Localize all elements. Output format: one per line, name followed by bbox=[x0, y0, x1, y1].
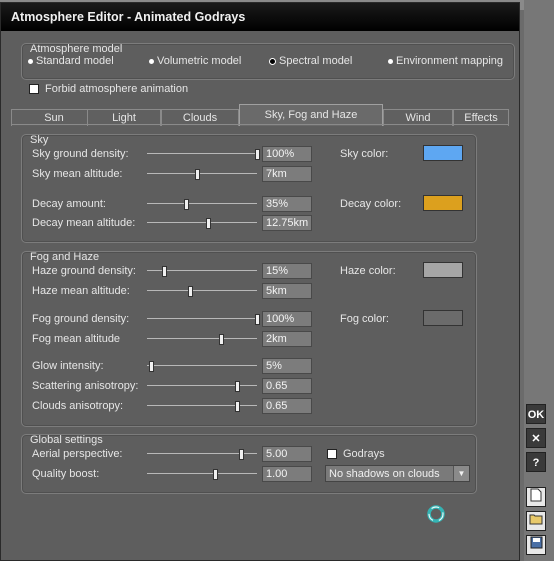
decay-mean-altitude-label: Decay mean altitude: bbox=[32, 217, 136, 229]
haze-color-swatch[interactable] bbox=[423, 262, 463, 278]
fog-color-swatch[interactable] bbox=[423, 310, 463, 326]
clouds-anisotropy-label: Clouds anisotropy: bbox=[32, 400, 124, 412]
tab-divider bbox=[11, 124, 508, 125]
open-folder-icon[interactable] bbox=[526, 511, 546, 531]
radio-label: Volumetric model bbox=[157, 55, 242, 67]
fog-color-label: Fog color: bbox=[340, 313, 389, 325]
fog-ground-density-label: Fog ground density: bbox=[32, 313, 130, 325]
refresh-icon[interactable] bbox=[425, 503, 447, 525]
shadows-select[interactable]: No shadows on clouds ▼ bbox=[325, 465, 470, 482]
haze-ground-density-slider[interactable] bbox=[147, 266, 257, 277]
scattering-anisotropy-slider[interactable] bbox=[147, 381, 257, 392]
checkbox-box-icon bbox=[327, 449, 337, 459]
haze-mean-altitude-slider[interactable] bbox=[147, 286, 257, 297]
slider-thumb[interactable] bbox=[255, 314, 260, 325]
sky-mean-altitude-value[interactable]: 7km bbox=[262, 166, 312, 182]
haze-mean-altitude-value[interactable]: 5km bbox=[262, 283, 312, 299]
global-settings-title: Global settings bbox=[30, 434, 103, 446]
radio-standard-model[interactable]: Standard model bbox=[28, 55, 114, 67]
radio-label: Spectral model bbox=[279, 55, 353, 67]
fog-mean-altitude-value[interactable]: 2km bbox=[262, 331, 312, 347]
ok-button[interactable]: OK bbox=[526, 404, 546, 424]
sky-color-label: Sky color: bbox=[340, 148, 389, 160]
save-disk-icon[interactable] bbox=[526, 535, 546, 555]
radio-volumetric-model[interactable]: Volumetric model bbox=[149, 55, 241, 67]
global-settings-group: Global settings bbox=[21, 434, 477, 494]
clouds-anisotropy-value[interactable]: 0.65 bbox=[262, 398, 312, 414]
sky-mean-altitude-slider[interactable] bbox=[147, 169, 257, 180]
fog-haze-title: Fog and Haze bbox=[30, 251, 100, 263]
slider-thumb[interactable] bbox=[183, 199, 189, 210]
decay-color-label: Decay color: bbox=[340, 198, 402, 210]
checkbox-label: Godrays bbox=[343, 448, 385, 460]
decay-amount-slider[interactable] bbox=[147, 199, 257, 210]
haze-ground-density-value[interactable]: 15% bbox=[262, 263, 312, 279]
radio-dot-icon bbox=[388, 58, 393, 64]
quality-boost-label: Quality boost: bbox=[32, 468, 100, 480]
slider-thumb[interactable] bbox=[255, 149, 260, 160]
slider-thumb[interactable] bbox=[235, 381, 241, 392]
sky-mean-altitude-label: Sky mean altitude: bbox=[32, 168, 123, 180]
slider-thumb[interactable] bbox=[149, 361, 155, 372]
radio-spectral-model[interactable]: Spectral model bbox=[269, 55, 352, 67]
fog-ground-density-value[interactable]: 100% bbox=[262, 311, 312, 327]
radio-dot-icon bbox=[149, 58, 154, 64]
checkbox-label: Forbid atmosphere animation bbox=[45, 83, 189, 95]
scattering-anisotropy-label: Scattering anisotropy: bbox=[32, 380, 139, 392]
glow-intensity-slider[interactable] bbox=[147, 361, 257, 372]
aerial-perspective-label: Aerial perspective: bbox=[32, 448, 123, 460]
clouds-anisotropy-slider[interactable] bbox=[147, 401, 257, 412]
close-button[interactable]: ✕ bbox=[526, 428, 546, 448]
forbid-animation-checkbox[interactable]: Forbid atmosphere animation bbox=[29, 83, 188, 95]
fog-ground-density-slider[interactable] bbox=[147, 314, 260, 325]
chevron-down-icon[interactable]: ▼ bbox=[453, 466, 469, 481]
background-desktop-right bbox=[524, 0, 554, 561]
decay-amount-value[interactable]: 35% bbox=[262, 196, 312, 212]
aerial-perspective-value[interactable]: 5.00 bbox=[262, 446, 312, 462]
scattering-anisotropy-value[interactable]: 0.65 bbox=[262, 378, 312, 394]
radio-environment-mapping[interactable]: Environment mapping bbox=[388, 55, 503, 67]
fog-mean-altitude-slider[interactable] bbox=[147, 334, 257, 345]
decay-mean-altitude-value[interactable]: 12.75km bbox=[262, 215, 312, 231]
slider-thumb[interactable] bbox=[218, 334, 224, 345]
glow-intensity-label: Glow intensity: bbox=[32, 360, 104, 372]
slider-thumb[interactable] bbox=[235, 401, 241, 412]
window-title[interactable]: Atmosphere Editor - Animated Godrays bbox=[1, 3, 519, 31]
quality-boost-value[interactable]: 1.00 bbox=[262, 466, 312, 482]
radio-label: Environment mapping bbox=[396, 55, 504, 67]
quality-boost-slider[interactable] bbox=[147, 469, 257, 480]
tab-sky-fog-haze[interactable]: Sky, Fog and Haze bbox=[239, 104, 383, 126]
haze-mean-altitude-label: Haze mean altitude: bbox=[32, 285, 130, 297]
shadows-select-value: No shadows on clouds bbox=[329, 468, 440, 480]
decay-amount-label: Decay amount: bbox=[32, 198, 106, 210]
atmosphere-editor-window: Atmosphere Editor - Animated Godrays Atm… bbox=[0, 2, 520, 561]
sky-ground-density-slider[interactable] bbox=[147, 149, 260, 160]
sky-title: Sky bbox=[30, 134, 49, 146]
sky-color-swatch[interactable] bbox=[423, 145, 463, 161]
slider-thumb[interactable] bbox=[194, 169, 200, 180]
sky-ground-density-label: Sky ground density: bbox=[32, 148, 129, 160]
radio-dot-icon bbox=[269, 57, 276, 65]
slider-thumb[interactable] bbox=[161, 266, 167, 277]
new-document-icon[interactable] bbox=[526, 487, 546, 507]
aerial-perspective-slider[interactable] bbox=[147, 449, 257, 460]
glow-intensity-value[interactable]: 5% bbox=[262, 358, 312, 374]
slider-thumb[interactable] bbox=[187, 286, 193, 297]
sky-ground-density-value[interactable]: 100% bbox=[262, 146, 312, 162]
godrays-checkbox[interactable]: Godrays bbox=[327, 448, 385, 460]
atmosphere-model-group: Atmosphere model Standard model Volumetr… bbox=[21, 43, 515, 80]
decay-color-swatch[interactable] bbox=[423, 195, 463, 211]
slider-thumb[interactable] bbox=[205, 218, 211, 229]
slider-thumb[interactable] bbox=[238, 449, 244, 460]
radio-dot-icon bbox=[28, 58, 33, 64]
slider-thumb[interactable] bbox=[213, 469, 219, 480]
checkbox-box-icon bbox=[29, 84, 39, 94]
atmosphere-model-title: Atmosphere model bbox=[30, 43, 123, 55]
haze-ground-density-label: Haze ground density: bbox=[32, 265, 136, 277]
radio-label: Standard model bbox=[36, 55, 114, 67]
haze-color-label: Haze color: bbox=[340, 265, 396, 277]
fog-mean-altitude-label: Fog mean altitude bbox=[32, 333, 121, 345]
help-button[interactable]: ? bbox=[526, 452, 546, 472]
decay-mean-altitude-slider[interactable] bbox=[147, 218, 257, 229]
